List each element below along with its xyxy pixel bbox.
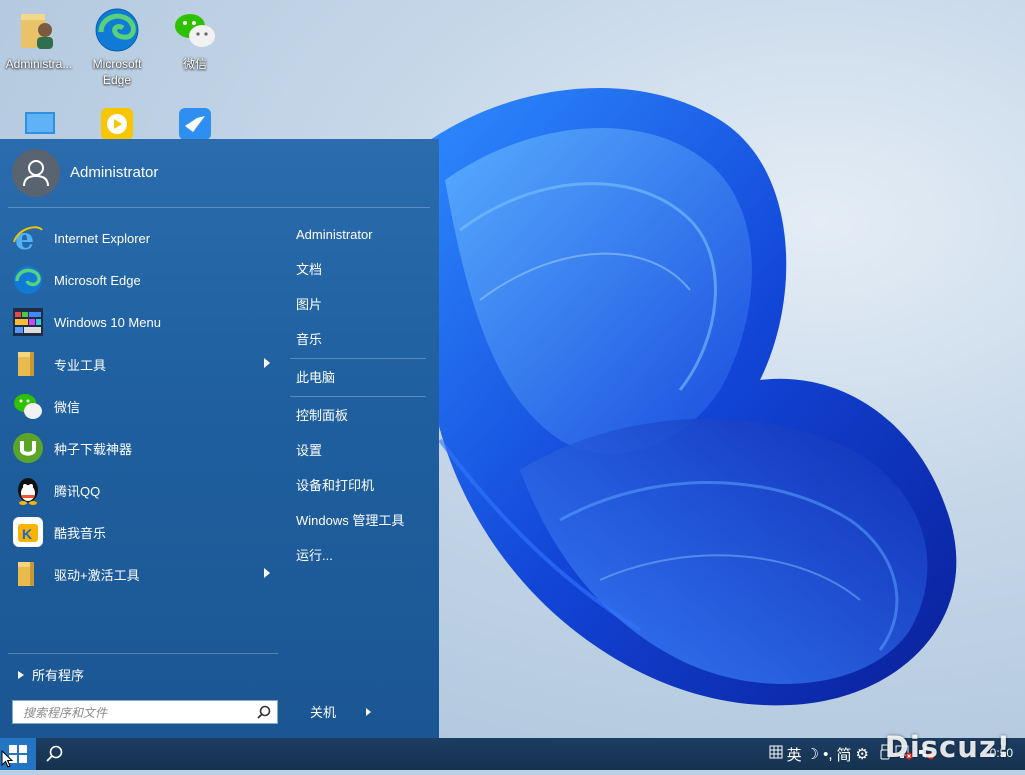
desktop-icon-administrator[interactable]: Administra... xyxy=(0,6,78,72)
place-settings[interactable]: 设置 xyxy=(280,433,439,468)
expand-arrow-icon xyxy=(18,670,24,679)
divider xyxy=(8,653,278,654)
app-label: 种子下载神器 xyxy=(54,441,133,457)
wechat-icon xyxy=(171,6,219,54)
folder-icon xyxy=(12,348,44,380)
windows10-menu-icon xyxy=(12,306,44,338)
svg-text:K: K xyxy=(22,526,32,542)
app-item-driver-activation-tools[interactable]: 驱动+激活工具 xyxy=(0,553,278,595)
app-item-microsoft-edge[interactable]: Microsoft Edge xyxy=(0,259,278,301)
taskbar: 英 ☽ •, 简 ⚙ xyxy=(0,738,1025,770)
app-label: 微信 xyxy=(54,399,81,415)
divider xyxy=(8,207,430,208)
user-name[interactable]: Administrator xyxy=(70,164,158,181)
place-run[interactable]: 运行... xyxy=(280,538,439,573)
places-list: Administrator 文档 图片 音乐 此电脑 控制面板 设置 设备和打印… xyxy=(280,217,439,573)
moon-icon[interactable]: ☽ xyxy=(806,745,819,763)
gear-icon[interactable]: ⚙ xyxy=(856,745,869,763)
submenu-arrow-icon xyxy=(264,568,270,578)
user-avatar-icon xyxy=(23,160,49,187)
app-label: Microsoft Edge xyxy=(54,272,141,288)
start-menu: Administrator e Internet Explorer Micros… xyxy=(0,139,439,738)
app-item-qq[interactable]: 腾讯QQ xyxy=(0,469,278,511)
app-item-kuwo-music[interactable]: K 酷我音乐 xyxy=(0,511,278,553)
place-administrator[interactable]: Administrator xyxy=(280,217,439,252)
place-documents[interactable]: 文档 xyxy=(280,252,439,287)
app-list: e Internet Explorer Microsoft Edge Windo… xyxy=(0,217,278,595)
user-folder-icon xyxy=(15,6,63,54)
watermark: Discuz! xyxy=(884,730,1011,764)
submenu-arrow-icon xyxy=(264,358,270,368)
app-label: 酷我音乐 xyxy=(54,525,107,541)
app-item-wechat[interactable]: 微信 xyxy=(0,385,278,427)
ime-mode[interactable]: 简 xyxy=(837,744,852,765)
place-this-pc[interactable]: 此电脑 xyxy=(280,360,439,395)
ime-grid-icon[interactable] xyxy=(769,745,783,763)
place-admin-tools[interactable]: Windows 管理工具 xyxy=(280,503,439,538)
shutdown-options-arrow-icon[interactable] xyxy=(366,708,371,716)
app-label: 驱动+激活工具 xyxy=(54,567,140,583)
all-programs-button[interactable]: 所有程序 xyxy=(18,665,84,684)
search-input[interactable] xyxy=(21,702,255,724)
app-item-internet-explorer[interactable]: e Internet Explorer xyxy=(0,217,278,259)
kuwo-icon: K xyxy=(12,516,44,548)
ie-icon: e xyxy=(12,222,44,257)
app-label: Internet Explorer xyxy=(54,230,151,246)
shutdown-button[interactable]: 关机 xyxy=(300,702,390,724)
desktop-icon-edge[interactable]: Microsoft Edge xyxy=(78,6,156,88)
app-label: 腾讯QQ xyxy=(54,483,101,499)
all-programs-label: 所有程序 xyxy=(32,668,85,683)
app-item-torrent[interactable]: 种子下载神器 xyxy=(0,427,278,469)
user-header[interactable]: Administrator xyxy=(0,139,439,207)
avatar[interactable] xyxy=(12,149,60,197)
wechat-icon xyxy=(12,390,44,422)
place-devices-printers[interactable]: 设备和打印机 xyxy=(280,468,439,503)
utorrent-icon xyxy=(12,432,44,464)
edge-icon xyxy=(93,6,141,54)
desktop-icon-label: Microsoft Edge xyxy=(92,57,142,87)
place-control-panel[interactable]: 控制面板 xyxy=(280,398,439,433)
place-pictures[interactable]: 图片 xyxy=(280,287,439,322)
desktop-icon-wechat[interactable]: 微信 xyxy=(156,6,234,72)
folder-icon xyxy=(12,558,44,590)
app-label: 专业工具 xyxy=(54,357,107,373)
place-music[interactable]: 音乐 xyxy=(280,322,439,357)
desktop-icon-label: 微信 xyxy=(182,57,207,71)
ime-language[interactable]: 英 xyxy=(787,744,802,765)
app-label: Windows 10 Menu xyxy=(54,314,161,330)
edge-icon xyxy=(12,264,44,296)
divider xyxy=(290,396,426,397)
mouse-cursor-icon xyxy=(1,750,13,768)
divider xyxy=(290,358,426,359)
taskbar-search-icon[interactable] xyxy=(40,742,68,766)
desktop-icon-label: Administra... xyxy=(5,57,73,71)
search-icon[interactable] xyxy=(257,705,271,719)
app-item-pro-tools[interactable]: 专业工具 xyxy=(0,343,278,385)
punctuation-icon[interactable]: •, xyxy=(823,746,832,763)
search-box[interactable] xyxy=(12,700,278,724)
app-item-windows10-menu[interactable]: Windows 10 Menu xyxy=(0,301,278,343)
qq-icon xyxy=(12,474,44,506)
